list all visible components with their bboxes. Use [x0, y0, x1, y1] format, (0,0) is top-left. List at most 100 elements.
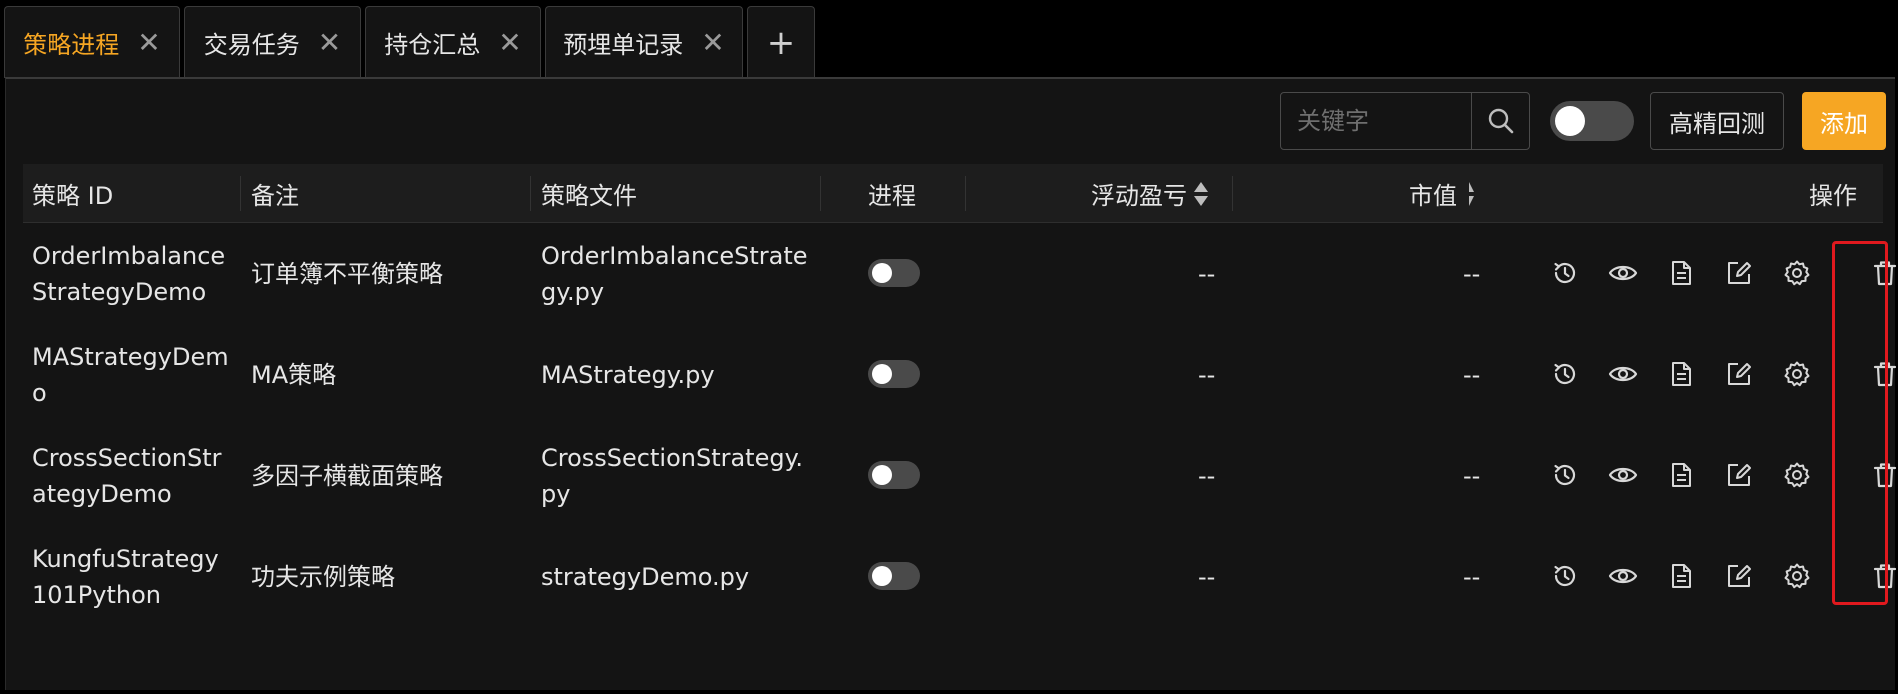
tab-label: 策略进程	[23, 31, 120, 59]
history-button[interactable]	[1549, 459, 1581, 491]
cell-floating-pnl: --	[1198, 360, 1216, 389]
edit-icon	[1728, 363, 1751, 385]
header-note: 备注	[251, 182, 299, 210]
edit-icon	[1728, 565, 1751, 587]
cell-strategy-file: OrderImbalanceStrategy.py	[541, 241, 808, 306]
mode-toggle[interactable]	[1550, 101, 1634, 141]
edit-button[interactable]	[1723, 459, 1755, 491]
table-header: 策略 ID 备注 策略文件 进程 浮动盈亏 市值 操作	[23, 164, 1883, 223]
add-button[interactable]: 添加	[1802, 92, 1886, 150]
document-icon	[1672, 261, 1691, 285]
high-precision-backtest-button[interactable]: 高精回测	[1650, 92, 1784, 150]
close-icon[interactable]: ✕	[701, 28, 724, 57]
header-floating-pnl-label: 浮动盈亏	[1091, 182, 1187, 210]
gear-icon	[1784, 260, 1810, 286]
document-icon	[1672, 362, 1691, 386]
cell-strategy-file: MAStrategy.py	[541, 360, 715, 389]
column-divider	[240, 176, 241, 211]
cell-strategy-id: OrderImbalanceStrategyDemo	[32, 241, 226, 306]
log-button[interactable]	[1665, 257, 1697, 289]
cell-market-value: --	[1463, 360, 1481, 389]
table-row[interactable]: MAStrategyDemo MA策略 MAStrategy.py -- --	[23, 324, 1897, 425]
view-button[interactable]	[1607, 257, 1639, 289]
edit-button[interactable]	[1723, 257, 1755, 289]
tab-trading-tasks[interactable]: 交易任务 ✕	[184, 6, 361, 78]
eye-icon	[1608, 366, 1638, 382]
search-box	[1280, 92, 1530, 150]
view-button[interactable]	[1607, 560, 1639, 592]
plus-icon: +	[766, 22, 796, 63]
tab-label: 交易任务	[203, 31, 300, 59]
search-button[interactable]	[1471, 93, 1529, 149]
cell-note: MA策略	[251, 360, 337, 389]
edit-button[interactable]	[1723, 560, 1755, 592]
strategy-table: 策略 ID 备注 策略文件 进程 浮动盈亏 市值 操作 OrderImbalan…	[23, 164, 1897, 627]
column-divider	[1232, 176, 1233, 211]
header-actions: 操作	[1809, 182, 1857, 210]
table-row[interactable]: CrossSectionStrategyDemo 多因子横截面策略 CrossS…	[23, 425, 1897, 526]
close-icon[interactable]: ✕	[318, 28, 341, 57]
toggle-knob	[1555, 106, 1585, 136]
log-button[interactable]	[1665, 459, 1697, 491]
cell-strategy-file: strategyDemo.py	[541, 562, 750, 591]
column-divider	[965, 176, 966, 211]
toggle-knob	[872, 465, 892, 485]
header-process: 进程	[868, 182, 916, 210]
log-button[interactable]	[1665, 358, 1697, 390]
edit-button[interactable]	[1723, 358, 1755, 390]
tab-position-summary[interactable]: 持仓汇总 ✕	[365, 6, 541, 78]
document-icon	[1672, 463, 1691, 487]
process-toggle[interactable]	[868, 360, 920, 388]
add-tab-button[interactable]: +	[747, 6, 815, 78]
eye-icon	[1608, 265, 1638, 281]
cell-floating-pnl: --	[1198, 562, 1216, 591]
cell-floating-pnl: --	[1198, 461, 1216, 490]
header-market-value[interactable]: 市值	[1409, 164, 1475, 223]
gear-icon	[1784, 462, 1810, 488]
cell-strategy-id: MAStrategyDemo	[32, 342, 229, 407]
process-toggle[interactable]	[868, 562, 920, 590]
log-button[interactable]	[1665, 560, 1697, 592]
settings-button[interactable]	[1781, 560, 1813, 592]
tab-preorder-records[interactable]: 预埋单记录 ✕	[545, 6, 743, 78]
history-icon	[1554, 262, 1576, 284]
process-toggle[interactable]	[868, 461, 920, 489]
cell-note: 多因子横截面策略	[251, 461, 443, 490]
history-icon	[1554, 565, 1576, 587]
cell-note: 订单簿不平衡策略	[251, 259, 443, 288]
history-button[interactable]	[1549, 358, 1581, 390]
cell-strategy-id: KungfuStrategy101Python	[32, 544, 219, 609]
history-icon	[1554, 363, 1576, 385]
column-divider	[820, 176, 821, 211]
cell-market-value: --	[1463, 562, 1481, 591]
history-button[interactable]	[1549, 560, 1581, 592]
settings-button[interactable]	[1781, 459, 1813, 491]
view-button[interactable]	[1607, 358, 1639, 390]
header-strategy-file: 策略文件	[541, 182, 637, 210]
eye-icon	[1608, 568, 1638, 584]
close-icon[interactable]: ✕	[498, 28, 521, 57]
table-body: OrderImbalanceStrategyDemo 订单簿不平衡策略 Orde…	[23, 223, 1897, 627]
gear-icon	[1784, 563, 1810, 589]
tab-strategy-process[interactable]: 策略进程 ✕	[4, 6, 180, 78]
table-row[interactable]: OrderImbalanceStrategyDemo 订单簿不平衡策略 Orde…	[23, 223, 1897, 324]
settings-button[interactable]	[1781, 257, 1813, 289]
sort-icon[interactable]	[1193, 180, 1209, 208]
settings-button[interactable]	[1781, 358, 1813, 390]
header-market-value-label: 市值	[1409, 182, 1457, 210]
header-strategy-id: 策略 ID	[32, 182, 114, 210]
cell-floating-pnl: --	[1198, 259, 1216, 288]
table-row[interactable]: KungfuStrategy101Python 功夫示例策略 strategyD…	[23, 526, 1897, 627]
gear-icon	[1784, 361, 1810, 387]
search-input[interactable]	[1281, 93, 1471, 149]
history-button[interactable]	[1549, 257, 1581, 289]
edit-icon	[1728, 262, 1751, 284]
view-button[interactable]	[1607, 459, 1639, 491]
sort-icon[interactable]	[1463, 180, 1475, 208]
tab-bar: 策略进程 ✕ 交易任务 ✕ 持仓汇总 ✕ 预埋单记录 ✕ +	[0, 0, 1898, 78]
process-toggle[interactable]	[868, 259, 920, 287]
tab-label: 持仓汇总	[384, 31, 481, 59]
close-icon[interactable]: ✕	[137, 28, 160, 57]
header-floating-pnl[interactable]: 浮动盈亏	[1091, 164, 1209, 223]
document-icon	[1672, 564, 1691, 588]
